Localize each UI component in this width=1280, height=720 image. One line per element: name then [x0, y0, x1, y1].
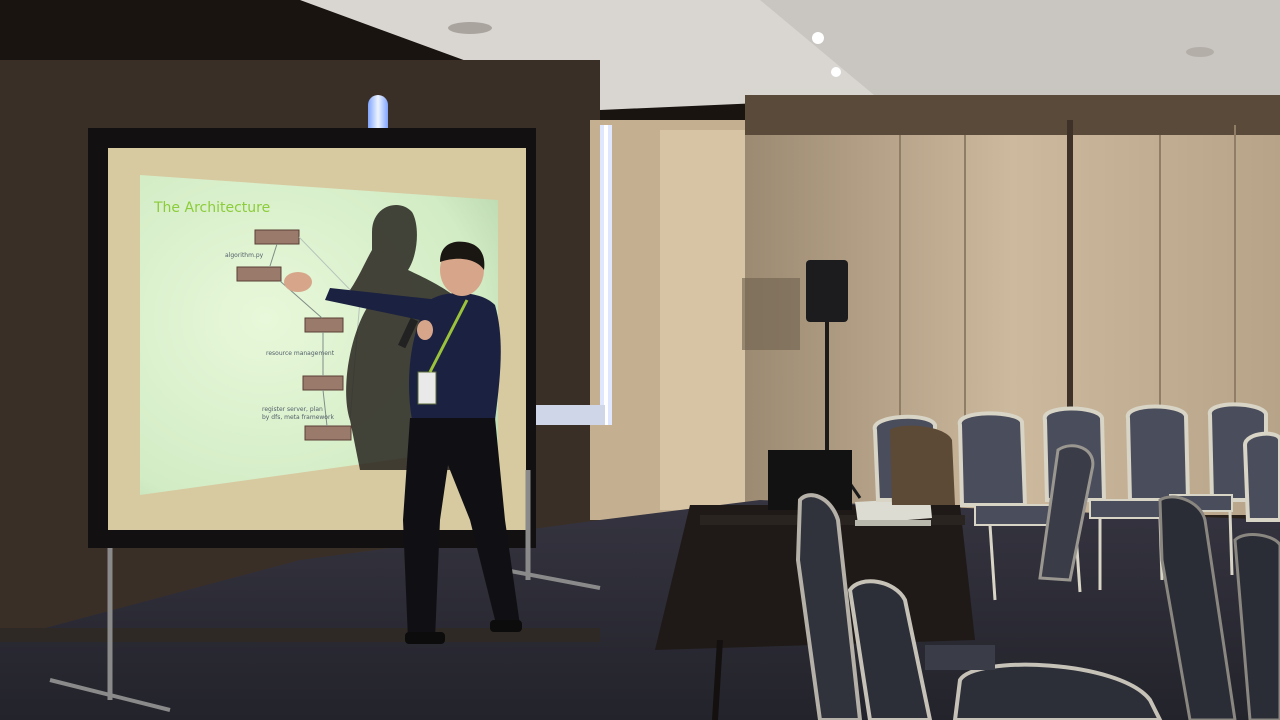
slide-label-register: register server, plan: [262, 406, 323, 413]
slide-label-dfs: by dfs, meta framework: [262, 414, 334, 421]
slide-label-algorithm: algorithm.py: [225, 252, 264, 259]
slide-title: The Architecture: [154, 200, 271, 216]
slide-label-resource: resource management: [266, 350, 335, 357]
conference-room-photo: [0, 0, 1280, 720]
